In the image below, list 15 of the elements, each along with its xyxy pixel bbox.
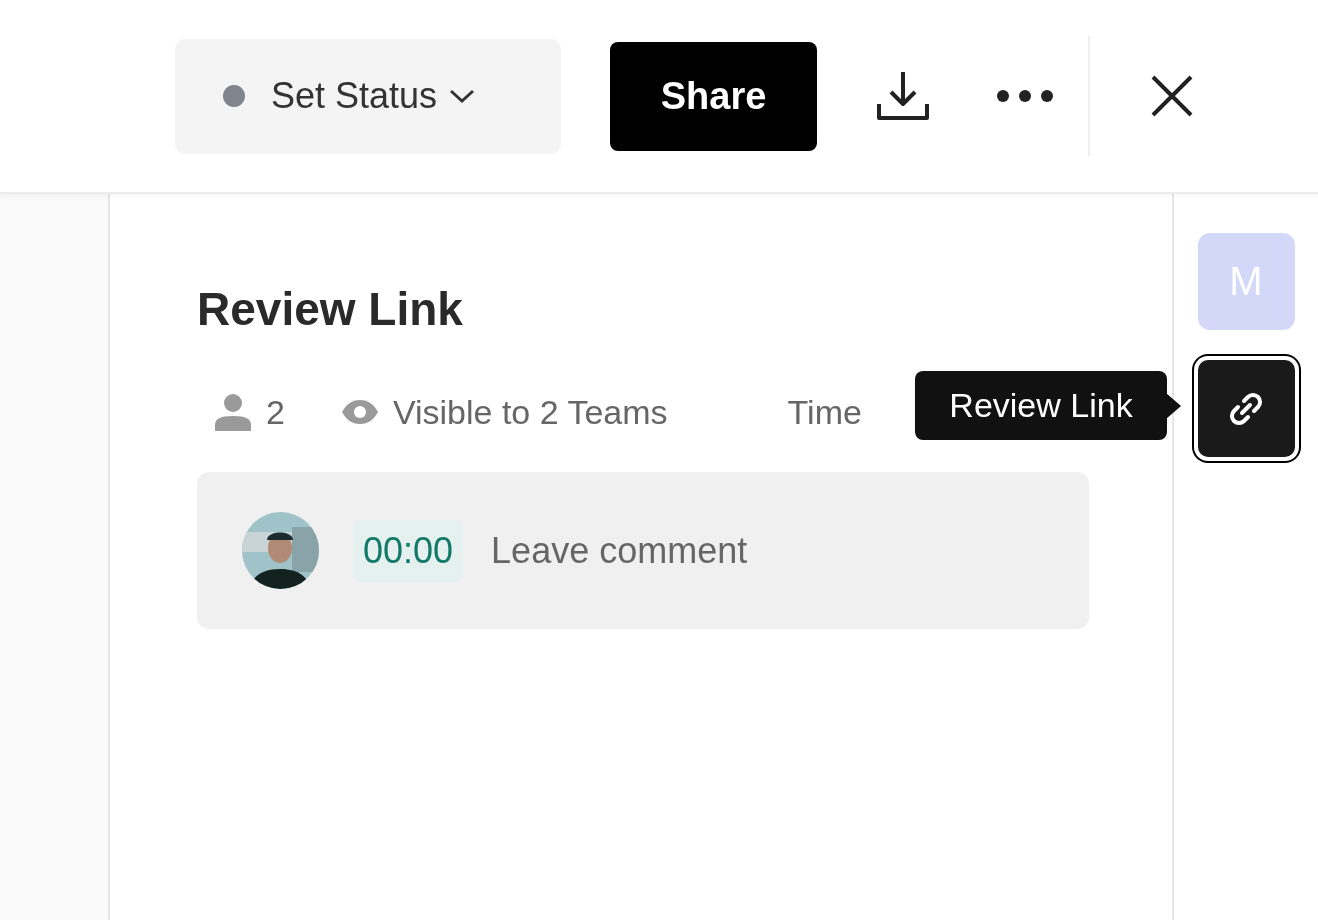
sort-label[interactable]: Time — [787, 392, 862, 432]
tooltip: Review Link — [915, 371, 1181, 440]
chevron-down-icon — [449, 88, 476, 104]
more-icon[interactable] — [996, 89, 1054, 103]
share-button[interactable]: Share — [610, 41, 817, 151]
comment-field[interactable]: Leave comment — [489, 528, 914, 573]
review-link-title: Review Link — [197, 282, 464, 336]
set-status-button[interactable]: Set Status — [175, 38, 561, 154]
close-icon[interactable] — [1150, 74, 1194, 118]
tooltip-pointer — [1166, 392, 1181, 419]
visibility-text: Visible to 2 Teams — [392, 392, 668, 432]
timecode[interactable]: 00:00 — [353, 519, 464, 582]
participant-count: 2 — [266, 392, 285, 432]
person-icon — [214, 393, 252, 431]
eye-icon — [340, 399, 379, 425]
